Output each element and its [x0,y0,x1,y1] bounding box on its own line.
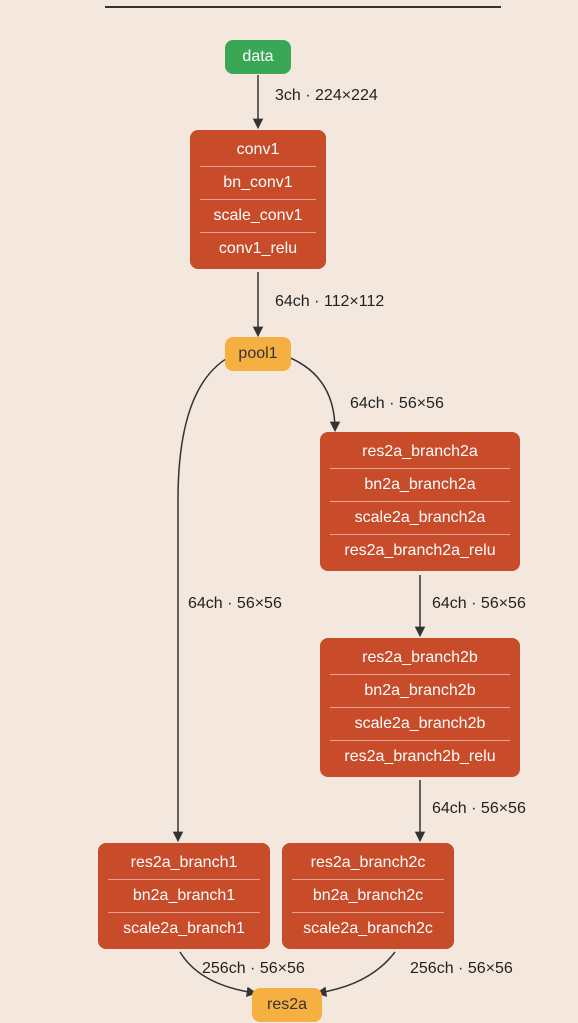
edge-label-data-conv1: 3ch · 224×224 [275,87,378,105]
stack-row: scale2a_branch1 [108,912,260,945]
top-rule [105,6,501,8]
node-pool1[interactable]: pool1 [225,337,291,371]
stack-row: res2a_branch2b [330,642,510,674]
stack-row: res2a_branch2a [330,436,510,468]
edge-label-branch2c-res2a: 256ch · 56×56 [410,960,513,978]
edge-label-branch2a-branch2b: 64ch · 56×56 [432,595,526,613]
stack-row: res2a_branch2c [292,847,444,879]
stack-row: scale2a_branch2b [330,707,510,740]
node-branch1-stack[interactable]: res2a_branch1 bn2a_branch1 scale2a_branc… [98,843,270,949]
node-pool1-label: pool1 [238,345,277,362]
edge-label-conv1-pool1: 64ch · 112×112 [275,293,384,311]
stack-row: bn2a_branch2b [330,674,510,707]
stack-row: res2a_branch2b_relu [330,740,510,773]
node-data[interactable]: data [225,40,291,74]
edge-label-branch2b-branch2c: 64ch · 56×56 [432,800,526,818]
stack-row: scale_conv1 [200,199,316,232]
stack-row: bn2a_branch1 [108,879,260,912]
node-conv1-stack[interactable]: conv1 bn_conv1 scale_conv1 conv1_relu [190,130,326,269]
edge-label-branch1-res2a: 256ch · 56×56 [202,960,305,978]
node-data-label: data [242,48,273,65]
node-branch2a-stack[interactable]: res2a_branch2a bn2a_branch2a scale2a_bra… [320,432,520,571]
stack-row: res2a_branch2a_relu [330,534,510,567]
edge-label-pool1-branch1: 64ch · 56×56 [188,595,282,613]
stack-row: scale2a_branch2a [330,501,510,534]
node-res2a-label: res2a [267,996,307,1013]
stack-row: conv1 [200,134,316,166]
stack-row: res2a_branch1 [108,847,260,879]
stack-row: conv1_relu [200,232,316,265]
node-res2a[interactable]: res2a [252,988,322,1022]
node-branch2c-stack[interactable]: res2a_branch2c bn2a_branch2c scale2a_bra… [282,843,454,949]
edge-label-pool1-branch2a: 64ch · 56×56 [350,395,444,413]
stack-row: bn2a_branch2a [330,468,510,501]
stack-row: bn2a_branch2c [292,879,444,912]
stack-row: scale2a_branch2c [292,912,444,945]
node-branch2b-stack[interactable]: res2a_branch2b bn2a_branch2b scale2a_bra… [320,638,520,777]
stack-row: bn_conv1 [200,166,316,199]
